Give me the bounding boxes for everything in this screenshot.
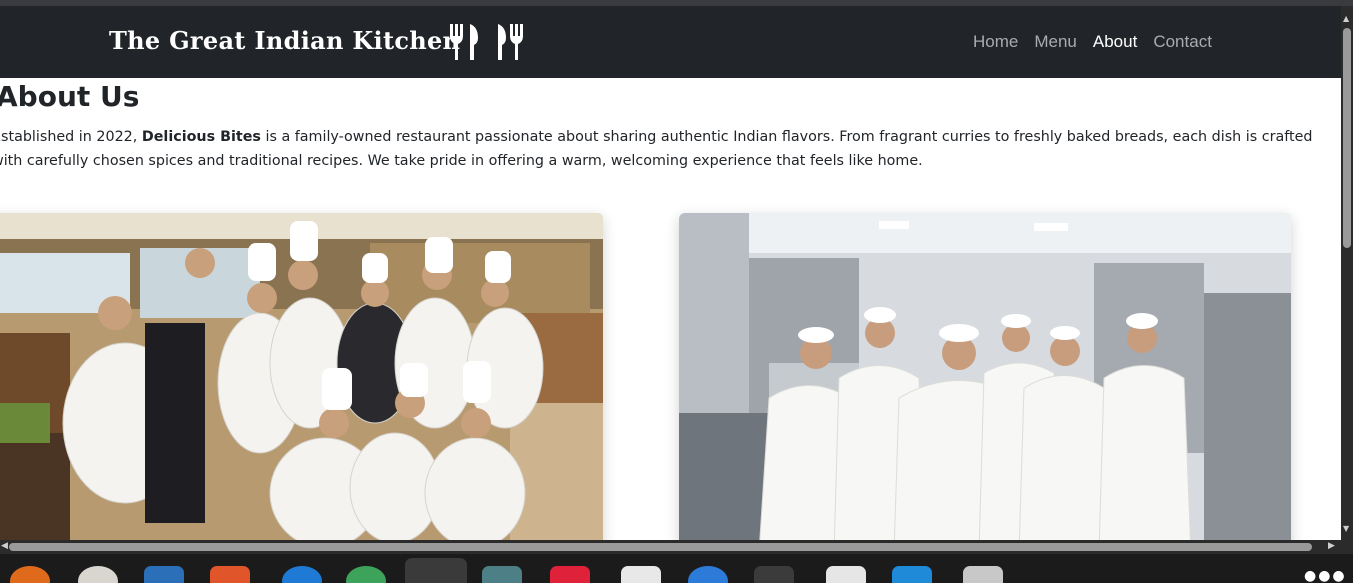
trash-icon[interactable] bbox=[963, 566, 1003, 583]
help-icon[interactable] bbox=[688, 566, 728, 583]
nav-links: Home Menu About Contact bbox=[973, 32, 1228, 52]
scroll-left-icon[interactable]: ◀ bbox=[1, 541, 8, 551]
horizontal-scroll-thumb[interactable] bbox=[9, 543, 1312, 551]
folder-icon[interactable] bbox=[482, 566, 522, 583]
vscode-icon[interactable] bbox=[892, 566, 932, 583]
terminal-icon[interactable] bbox=[754, 566, 794, 583]
taskbar: ●●● bbox=[0, 554, 1353, 583]
thunderbird-icon[interactable] bbox=[282, 566, 322, 583]
firefox-icon[interactable] bbox=[10, 566, 50, 583]
app-icon[interactable] bbox=[550, 566, 590, 583]
chrome-icon[interactable] bbox=[405, 558, 467, 583]
restaurant-name: Delicious Bites bbox=[141, 129, 261, 145]
scroll-down-icon[interactable]: ▼ bbox=[1343, 524, 1349, 533]
photo-icon bbox=[0, 213, 603, 540]
nav-link-menu[interactable]: Menu bbox=[1034, 32, 1077, 52]
notes-icon[interactable] bbox=[826, 566, 866, 583]
navbar: The Great Indian Kitchen Home Menu About… bbox=[0, 6, 1341, 78]
disk-icon[interactable] bbox=[78, 566, 118, 583]
brand-name[interactable]: The Great Indian Kitchen bbox=[109, 26, 460, 55]
about-text-intro: Established in 2022, bbox=[0, 129, 142, 145]
scrollbar-corner bbox=[1341, 540, 1353, 554]
restaurant-chefs-photo bbox=[0, 213, 603, 540]
horizontal-scrollbar[interactable]: ◀ ▶ bbox=[0, 540, 1341, 554]
grid-dots-icon[interactable]: ●●● bbox=[1304, 568, 1347, 583]
about-paragraph: Established in 2022, Delicious Bites is … bbox=[0, 125, 1341, 173]
vertical-scrollbar[interactable]: ▲ ▼ bbox=[1341, 6, 1353, 540]
nav-link-contact[interactable]: Contact bbox=[1153, 32, 1212, 52]
kitchen-staff-photo bbox=[679, 213, 1291, 540]
scroll-up-icon[interactable]: ▲ bbox=[1343, 14, 1349, 23]
nav-link-home[interactable]: Home bbox=[973, 32, 1018, 52]
fork-knife-icon bbox=[450, 24, 523, 60]
text-editor-icon[interactable] bbox=[621, 566, 661, 583]
vertical-scroll-thumb[interactable] bbox=[1343, 28, 1351, 248]
nav-link-about[interactable]: About bbox=[1093, 32, 1137, 52]
software-store-icon[interactable] bbox=[210, 566, 250, 583]
scroll-right-icon[interactable]: ▶ bbox=[1328, 541, 1335, 551]
about-section: About Us Established in 2022, Delicious … bbox=[0, 78, 1341, 540]
page-title: About Us bbox=[0, 80, 140, 113]
files-icon[interactable] bbox=[144, 566, 184, 583]
update-icon[interactable] bbox=[346, 566, 386, 583]
photo-icon bbox=[679, 213, 1291, 540]
